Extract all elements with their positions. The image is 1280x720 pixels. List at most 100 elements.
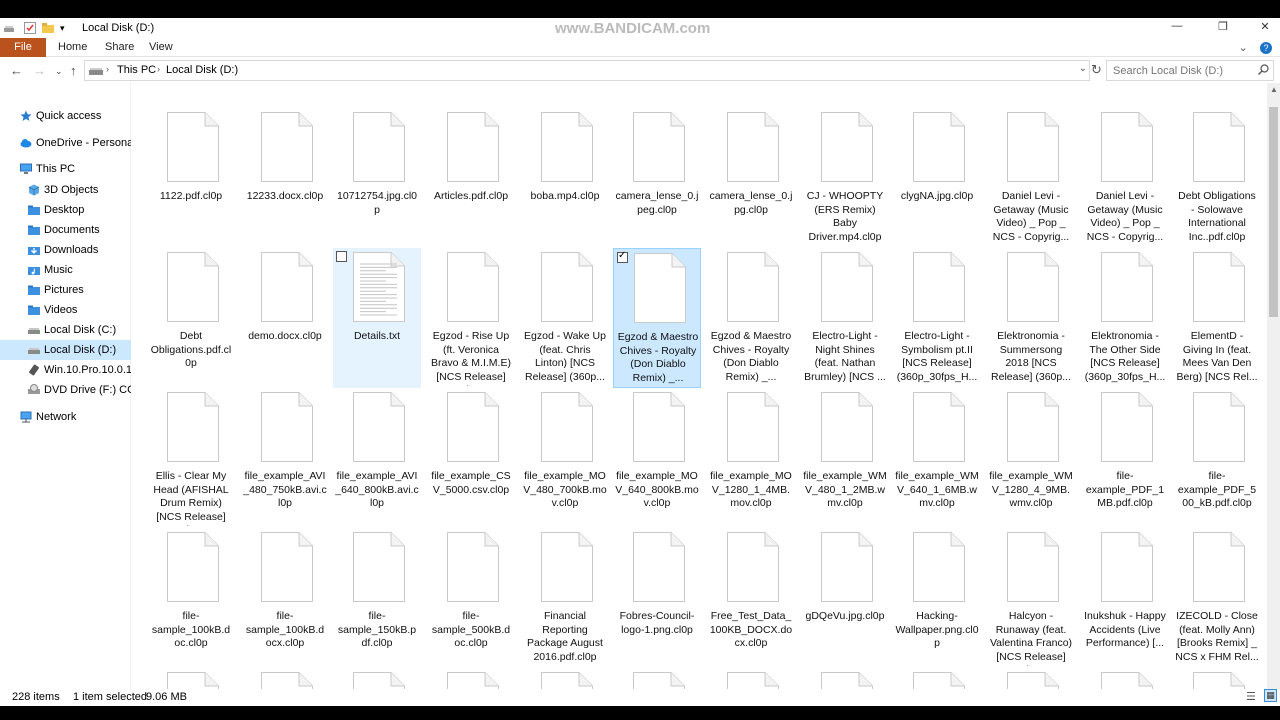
chevron-right-icon[interactable]: › [157,64,160,74]
file-item[interactable]: Articles.pdf.cl0p [427,108,515,248]
file-item[interactable]: Ellis - Clear My Head (AFISHAL Drum Remi… [147,388,235,528]
search-icon[interactable] [1258,64,1269,75]
large-icons-view-icon[interactable]: ▦ [1264,689,1277,702]
forward-icon[interactable]: → [33,63,46,78]
minimize-icon[interactable]: — [1162,20,1192,36]
nav-item-this-pc[interactable]: This PC [0,159,131,179]
file-item[interactable]: Financial Reporting Package August 2016.… [521,528,609,668]
close-icon[interactable]: ✕ [1250,20,1280,36]
customize-toolbar-icon[interactable]: ▾ [60,23,65,34]
file-item[interactable]: file_example_AVI_640_800kB.avi.cl0p [333,388,421,528]
recent-locations-icon[interactable]: ⌄ [55,66,63,77]
file-item[interactable]: file_example_AVI_480_750kB.avi.cl0p [241,388,329,528]
nav-item-local-disk-d[interactable]: Local Disk (D:) [0,340,131,360]
file-item[interactable]: IZECOLD - Close (feat. Molly Ann) [Brook… [1173,528,1261,668]
file-item[interactable]: Debt Obligations.pdf.cl0p [147,248,235,388]
file-item[interactable]: Fobres-Council-logo-1.png.cl0p [613,528,701,668]
file-item[interactable]: file-sample_150kB.pdf.cl0p [333,528,421,668]
file-item[interactable]: Daniel Levi - Getaway (Music Video) _ Po… [1081,108,1169,248]
file-item[interactable]: Egzod & Maestro Chives - Royalty (Don Di… [707,248,795,388]
help-icon[interactable]: ? [1260,42,1272,54]
tab-home[interactable]: Home [58,41,87,53]
nav-item-3d-objects[interactable]: 3D Objects [0,180,131,200]
chevron-down-icon[interactable]: ⌄ [1079,63,1087,74]
file-item[interactable]: gDQeVu.jpg.cl0p [801,528,889,668]
file-item[interactable]: file_example_MOV_480_700kB.mov.cl0p [521,388,609,528]
file-item[interactable] [241,668,329,689]
file-item[interactable] [1173,668,1261,689]
nav-item-win-10-pro-10-0-1904[interactable]: Win.10.Pro.10.0.1904 [0,360,131,380]
new-folder-icon[interactable] [42,22,54,34]
file-item[interactable] [987,668,1075,689]
file-item[interactable]: Egzod - Wake Up (feat. Chris Linton) [NC… [521,248,609,388]
file-item[interactable]: ElementD - Giving In (feat. Mees Van Den… [1173,248,1261,388]
up-icon[interactable]: ↑ [70,63,77,78]
file-item[interactable]: Inukshuk - Happy Accidents (Live Perform… [1081,528,1169,668]
file-item[interactable]: file-sample_500kB.doc.cl0p [427,528,515,668]
item-checkbox[interactable] [336,251,347,262]
properties-icon[interactable] [24,22,36,34]
file-item[interactable] [427,668,515,689]
nav-item-dvd-drive-f-cccc[interactable]: DVD Drive (F:) CCCC [0,380,131,400]
file-item[interactable] [521,668,609,689]
nav-item-documents[interactable]: Documents [0,220,131,240]
file-item[interactable] [147,668,235,689]
file-item[interactable]: file_example_CSV_5000.csv.cl0p [427,388,515,528]
nav-item-network[interactable]: Network [0,407,131,427]
file-item[interactable]: file_example_MOV_640_800kB.mov.cl0p [613,388,701,528]
scrollbar-thumb[interactable] [1269,107,1278,317]
back-icon[interactable]: ← [10,63,23,78]
file-item[interactable]: Elektronomia - Summersong 2018 [NCS Rele… [987,248,1075,388]
search-input[interactable] [1106,60,1274,81]
file-item[interactable]: file_example_WMV_1280_4_9MB.wmv.cl0p [987,388,1075,528]
details-view-icon[interactable]: ☰ [1246,690,1256,703]
restore-icon[interactable]: ❐ [1208,20,1238,36]
file-item[interactable]: boba.mp4.cl0p [521,108,609,248]
nav-item-desktop[interactable]: Desktop [0,200,131,220]
file-item[interactable]: CJ - WHOOPTY (ERS Remix) Baby Driver.mp4… [801,108,889,248]
file-item[interactable]: Egzod - Rise Up (ft. Veronica Bravo & M.… [427,248,515,388]
file-item[interactable]: demo.docx.cl0p [241,248,329,388]
file-item[interactable] [1081,668,1169,689]
file-item[interactable]: Electro-Light - Symbolism pt.II [NCS Rel… [893,248,981,388]
file-item[interactable]: Halcyon - Runaway (feat. Valentina Franc… [987,528,1075,668]
nav-item-downloads[interactable]: Downloads [0,240,131,260]
nav-item-music[interactable]: Music [0,260,131,280]
item-checkbox[interactable] [617,250,628,263]
file-item[interactable]: Free_Test_Data_100KB_DOCX.docx.cl0p [707,528,795,668]
file-item[interactable]: 10712754.jpg.cl0p [333,108,421,248]
file-item[interactable]: 12233.docx.cl0p [241,108,329,248]
file-item[interactable] [801,668,889,689]
file-item[interactable]: camera_lense_0.jpeg.cl0p [613,108,701,248]
tab-share[interactable]: Share [105,41,134,53]
file-item[interactable]: 1122.pdf.cl0p [147,108,235,248]
file-tab[interactable]: File [0,38,46,57]
address-field[interactable]: › This PC › Local Disk (D:) ⌄ [84,60,1090,81]
file-item[interactable]: file-sample_100kB.doc.cl0p [147,528,235,668]
file-item[interactable]: clygNA.jpg.cl0p [893,108,981,248]
chevron-right-icon[interactable]: › [106,64,109,74]
file-item[interactable]: Electro-Light - Night Shines (feat. Nath… [801,248,889,388]
expand-ribbon-icon[interactable]: ⌄ [1239,42,1248,54]
nav-item-onedrive-personal[interactable]: OneDrive - Personal [0,133,131,153]
file-item[interactable]: Elektronomia - The Other Side [NCS Relea… [1081,248,1169,388]
file-item[interactable] [613,668,701,689]
file-item[interactable]: file_example_WMV_480_1_2MB.wmv.cl0p [801,388,889,528]
file-item[interactable]: camera_lense_0.jpg.cl0p [707,108,795,248]
file-item[interactable]: file-example_PDF_1MB.pdf.cl0p [1081,388,1169,528]
nav-item-videos[interactable]: Videos [0,300,131,320]
file-item[interactable] [893,668,981,689]
nav-item-quick-access[interactable]: Quick access [0,106,131,126]
file-item[interactable] [333,668,421,689]
file-item[interactable]: Hacking-Wallpaper.png.cl0p [893,528,981,668]
file-item[interactable]: Daniel Levi - Getaway (Music Video) _ Po… [987,108,1075,248]
file-item[interactable]: Egzod & Maestro Chives - Royalty (Don Di… [613,248,701,388]
file-item[interactable] [707,668,795,689]
file-item[interactable]: Debt Obligations - Solowave Internationa… [1173,108,1261,248]
scroll-up-icon[interactable]: ▲ [1270,85,1278,94]
nav-item-pictures[interactable]: Pictures [0,280,131,300]
refresh-icon[interactable]: ↻ [1091,62,1102,78]
file-item[interactable]: Details.txt [333,248,421,388]
vertical-scrollbar[interactable]: ▲ [1267,83,1280,689]
breadcrumb-local-disk-d[interactable]: Local Disk (D:) [166,64,238,76]
